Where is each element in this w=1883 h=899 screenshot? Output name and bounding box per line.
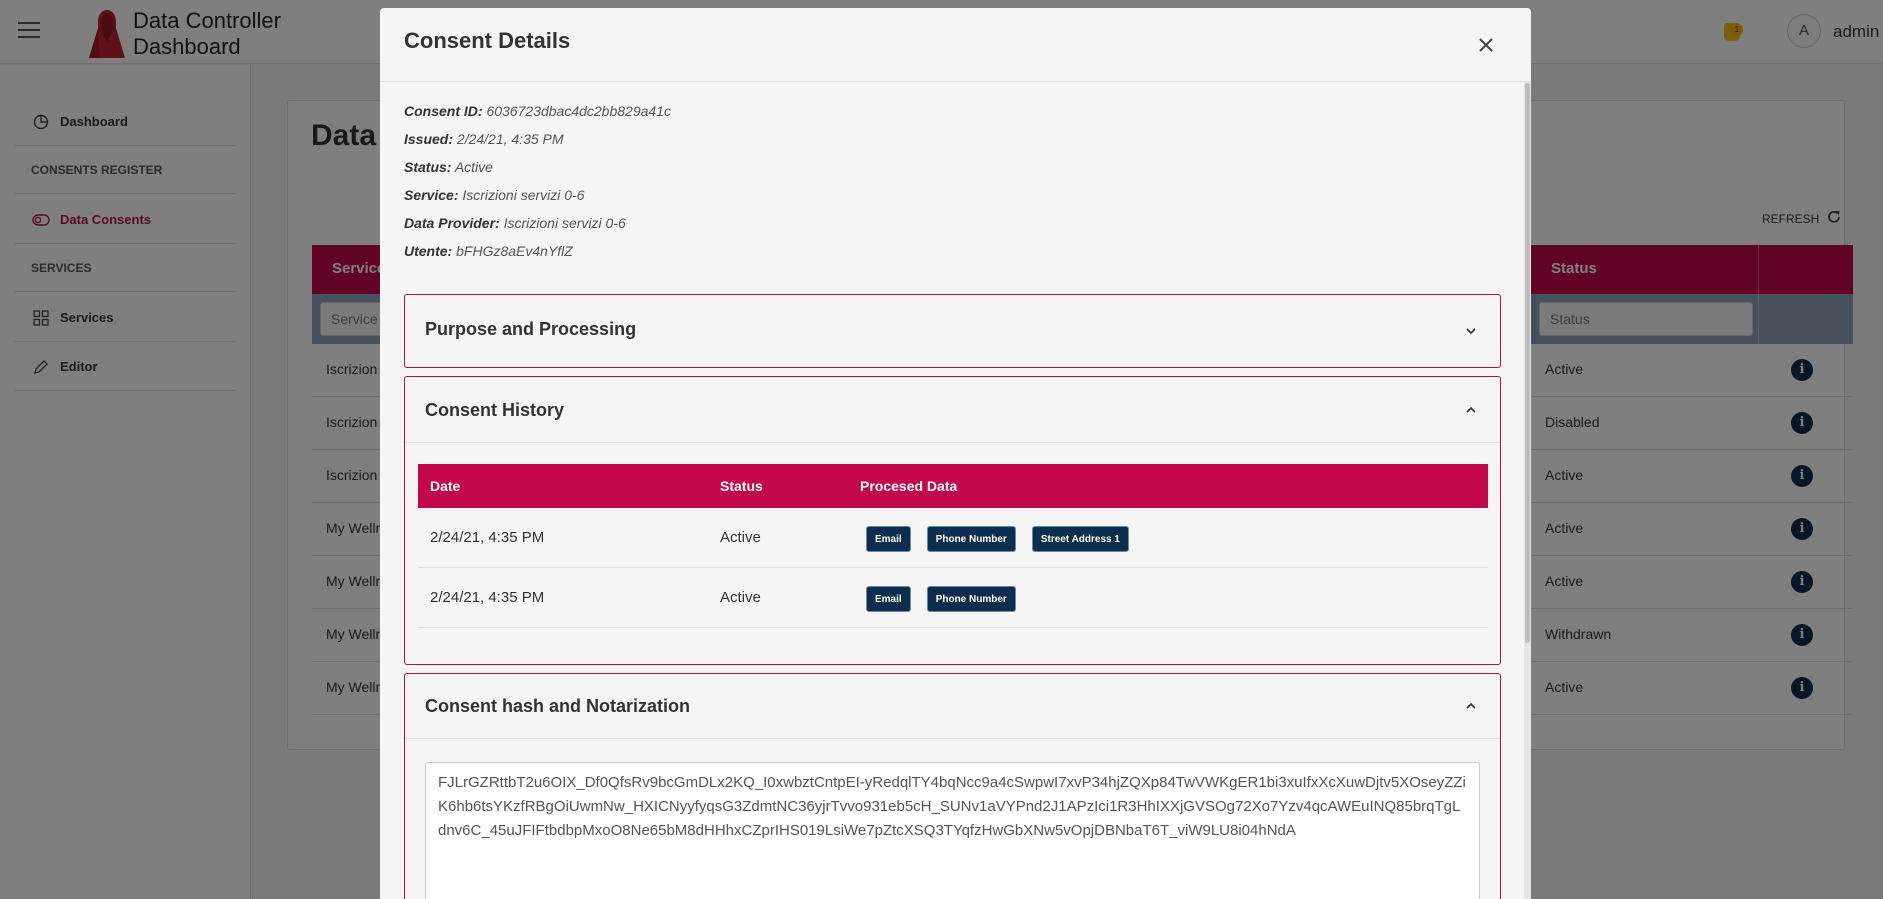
history-status: Active — [720, 529, 761, 546]
data-tag: Phone Number — [926, 526, 1016, 552]
service-label: Service: — [404, 187, 459, 203]
consent-id-value: 6036723dbac4dc2bb829a41c — [486, 103, 671, 119]
data-tag: Email — [866, 586, 911, 612]
data-tag: Phone Number — [926, 586, 1016, 612]
modal-title: Consent Details — [404, 28, 571, 53]
status-value: Active — [454, 159, 493, 175]
panel-divider — [405, 442, 1500, 443]
utente-value: bFHGz8aEv4nYflZ — [456, 243, 573, 259]
column-header-status: Status — [720, 478, 763, 494]
data-tags: Email Phone Number — [866, 586, 1016, 612]
consent-hash-textarea[interactable]: FJLrGZRttbT2u6OIX_Df0QfsRv9bcGmDLx2KQ_I0… — [425, 762, 1480, 899]
history-table-header: Date Status Procesed Data — [418, 464, 1488, 508]
provider-label: Data Provider: — [404, 215, 500, 231]
history-status: Active — [720, 589, 761, 606]
history-panel-title[interactable]: Consent History — [425, 400, 564, 421]
modal-header: Consent Details — [380, 8, 1531, 82]
history-row: 2/24/21, 4:35 PM Active Email Phone Numb… — [418, 508, 1488, 568]
column-header-date: Date — [430, 478, 461, 494]
history-row: 2/24/21, 4:35 PM Active Email Phone Numb… — [418, 568, 1488, 628]
data-tag: Street Address 1 — [1031, 526, 1129, 552]
column-header-processed-data: Procesed Data — [860, 478, 958, 494]
history-panel: Consent History Date Status Procesed Dat… — [404, 376, 1501, 665]
status-label: Status: — [404, 159, 452, 175]
hash-panel: Consent hash and Notarization FJLrGZRttb… — [404, 673, 1501, 899]
utente-line: Utente: bFHGz8aEv4nYflZ — [404, 243, 573, 259]
service-value: Iscrizioni servizi 0-6 — [462, 187, 585, 203]
issued-value: 2/24/21, 4:35 PM — [456, 131, 564, 147]
utente-label: Utente: — [404, 243, 453, 259]
data-tag: Email — [866, 526, 911, 552]
modal-scrollbar-thumb[interactable] — [1525, 83, 1530, 643]
issued-label: Issued: — [404, 131, 454, 147]
close-icon[interactable] — [1472, 31, 1500, 59]
history-date: 2/24/21, 4:35 PM — [430, 589, 545, 606]
service-line: Service: Iscrizioni servizi 0-6 — [404, 187, 585, 203]
chevron-up-icon[interactable] — [1466, 405, 1476, 415]
provider-value: Iscrizioni servizi 0-6 — [503, 215, 626, 231]
panel-divider — [405, 738, 1500, 739]
provider-line: Data Provider: Iscrizioni servizi 0-6 — [404, 215, 626, 231]
consent-id-line: Consent ID: 6036723dbac4dc2bb829a41c — [404, 103, 671, 119]
purpose-panel[interactable]: Purpose and Processing — [404, 294, 1501, 368]
data-tags: Email Phone Number Street Address 1 — [866, 526, 1129, 552]
purpose-panel-title: Purpose and Processing — [425, 319, 637, 339]
status-line: Status: Active — [404, 159, 493, 175]
hash-panel-title[interactable]: Consent hash and Notarization — [425, 696, 690, 717]
chevron-up-icon[interactable] — [1466, 701, 1476, 711]
history-date: 2/24/21, 4:35 PM — [430, 529, 545, 546]
consent-id-label: Consent ID: — [404, 103, 483, 119]
consent-details-modal: Consent Details Consent ID: 6036723dbac4… — [380, 8, 1531, 899]
issued-line: Issued: 2/24/21, 4:35 PM — [404, 131, 564, 147]
chevron-down-icon — [1466, 328, 1476, 335]
